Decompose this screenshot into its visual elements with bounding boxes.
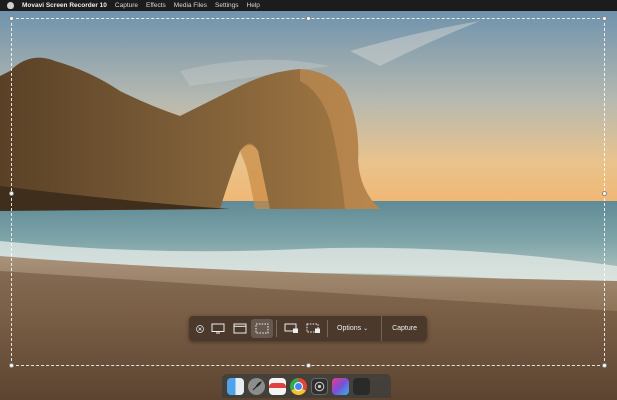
menu-capture[interactable]: Capture (115, 2, 138, 9)
chrome-icon[interactable] (290, 377, 307, 395)
resize-handle-top-right[interactable] (602, 16, 607, 21)
resize-handle-bottom-right[interactable] (602, 363, 607, 368)
area-capture-button[interactable] (251, 319, 273, 338)
capture-area-frame[interactable] (9, 16, 607, 368)
rocket-icon (252, 380, 262, 390)
selection-area-icon (255, 323, 269, 334)
window-icon (233, 323, 247, 334)
close-toolbar-button[interactable] (192, 319, 207, 338)
screen-preset-button[interactable] (280, 319, 302, 338)
screen-recorder-icon[interactable] (311, 377, 328, 395)
recorder-app-icon (314, 381, 325, 391)
area-preset-button[interactable] (302, 319, 324, 338)
empty-slot-icon[interactable] (353, 377, 370, 395)
toolbar-divider (276, 320, 277, 337)
menu-bar: Movavi Screen Recorder 10 Capture Effect… (0, 0, 617, 11)
finder-icon[interactable] (227, 377, 244, 395)
capture-button[interactable]: Capture (381, 316, 427, 341)
resize-handle-middle-right[interactable] (602, 191, 607, 196)
photo-app-icon[interactable] (332, 377, 349, 395)
launchpad-icon[interactable] (248, 377, 265, 395)
resize-handle-top-center[interactable] (306, 16, 311, 21)
resize-handle-bottom-center[interactable] (306, 363, 311, 368)
calendar-header-icon (269, 383, 286, 388)
options-dropdown[interactable]: Options ⌄ (331, 319, 374, 338)
menu-effects[interactable]: Effects (146, 2, 166, 9)
chrome-center-icon (294, 381, 303, 391)
capture-label: Capture (392, 325, 417, 332)
menu-help[interactable]: Help (247, 2, 260, 9)
chevron-down-icon: ⌄ (363, 326, 369, 332)
calendar-icon[interactable] (269, 377, 286, 395)
area-preset-icon (306, 323, 320, 333)
resize-handle-bottom-left[interactable] (9, 363, 14, 368)
menu-settings[interactable]: Settings (215, 2, 239, 9)
menu-app-name[interactable]: Movavi Screen Recorder 10 (22, 2, 107, 9)
monitor-icon (211, 323, 225, 334)
close-icon (195, 324, 204, 333)
screen-preset-icon (284, 323, 298, 333)
dock (222, 374, 391, 398)
options-label: Options (337, 325, 362, 332)
toolbar-divider (327, 320, 328, 337)
resize-handle-top-left[interactable] (9, 16, 14, 21)
menu-media-files[interactable]: Media Files (174, 2, 207, 9)
apple-icon[interactable] (7, 2, 14, 9)
window-capture-button[interactable] (229, 319, 251, 338)
fullscreen-capture-button[interactable] (207, 319, 229, 338)
capture-toolbar: Options ⌄ Capture (189, 316, 427, 341)
resize-handle-middle-left[interactable] (9, 191, 14, 196)
